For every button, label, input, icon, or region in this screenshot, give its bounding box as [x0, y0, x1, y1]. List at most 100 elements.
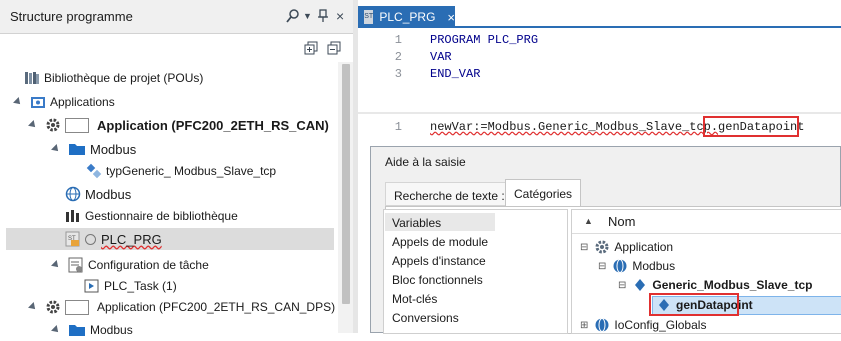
- task-config-icon: [68, 257, 84, 273]
- gear-icon: [45, 117, 61, 133]
- st-badge-icon: ST: [364, 10, 374, 24]
- sort-up-icon[interactable]: ▲: [584, 216, 593, 226]
- tree-item-label: Modbus: [85, 186, 132, 202]
- folder-icon: [68, 141, 86, 157]
- result-label: Generic_Modbus_Slave_tcp: [652, 278, 813, 292]
- task-icon: [84, 278, 100, 294]
- tree-item-label: Configuration de tâche: [88, 258, 209, 272]
- tab-text-search[interactable]: Recherche de texte :: [385, 182, 514, 206]
- tree-item-label: Modbus: [90, 323, 133, 337]
- tree-item-application-pfc200[interactable]: Application (PFC200_2ETH_RS_CAN): [28, 114, 329, 136]
- tree-item-label: PLC_PRG: [101, 231, 162, 247]
- expand-arrow-icon[interactable]: [51, 325, 61, 335]
- globe-icon: [612, 258, 628, 274]
- type-icon: [86, 163, 102, 179]
- tree-item-task-config[interactable]: Configuration de tâche: [51, 254, 209, 276]
- line-number: 2: [394, 50, 402, 64]
- collapse-icon[interactable]: ⊟: [580, 242, 588, 253]
- chevron-down-icon[interactable]: ▼: [303, 11, 312, 21]
- expand-all-icon[interactable]: [304, 41, 318, 58]
- device-box: [65, 299, 89, 315]
- category-item[interactable]: Variables: [392, 216, 441, 230]
- globe-icon: [65, 186, 81, 202]
- expand-arrow-icon[interactable]: [51, 260, 61, 270]
- panel-title: Structure programme: [10, 9, 133, 24]
- code-line: PROGRAM PLC_PRG: [430, 33, 539, 47]
- tree-item-type-generic[interactable]: typGeneric_ Modbus_Slave_tcp: [86, 160, 276, 182]
- expand-arrow-icon[interactable]: [28, 302, 38, 312]
- result-label: Modbus: [632, 259, 676, 273]
- dialog-title: Aide à la saisie: [385, 155, 466, 169]
- library-manager-icon: [65, 208, 81, 224]
- declaration-pane[interactable]: 1 PROGRAM PLC_PRG 2 VAR 3 END_VAR: [358, 28, 841, 112]
- expand-arrow-icon[interactable]: [51, 144, 61, 154]
- category-item[interactable]: Appels de module: [392, 235, 488, 249]
- tree-item-modbus-globe[interactable]: Modbus: [65, 183, 131, 205]
- close-tab-icon[interactable]: ×: [447, 10, 455, 25]
- tree-scrollbar-thumb[interactable]: [342, 64, 350, 304]
- line-number: 1: [394, 120, 402, 134]
- input-assistant-dialog: Aide à la saisie Recherche de texte : Ca…: [370, 146, 841, 334]
- tree-item-project-library[interactable]: Bibliothèque de projet (POUs): [24, 67, 203, 89]
- code-line: VAR: [430, 50, 452, 64]
- device-box: [65, 117, 89, 133]
- st-program-icon: ST: [65, 231, 81, 247]
- line-number: 1: [394, 33, 402, 47]
- category-item[interactable]: Mot-clés: [392, 292, 437, 306]
- tree-toolbar: [0, 34, 353, 62]
- code-line: END_VAR: [430, 67, 481, 81]
- result-label: IoConfig_Globals: [614, 318, 707, 332]
- tree-item-applications[interactable]: Applications: [13, 91, 115, 113]
- expand-icon[interactable]: ⊞: [580, 320, 588, 331]
- category-item[interactable]: Conversions: [392, 311, 459, 325]
- panel-splitter[interactable]: [353, 0, 358, 333]
- result-label: Application: [614, 240, 674, 254]
- folder-icon: [68, 322, 86, 338]
- tree-item-plc-task[interactable]: PLC_Task (1): [84, 275, 177, 297]
- collapse-all-icon[interactable]: [327, 41, 341, 58]
- variable-icon: [632, 277, 648, 293]
- tree-item-plc-prg[interactable]: ST PLC_PRG: [6, 228, 334, 250]
- applications-icon: [30, 94, 46, 110]
- tree-item-label: Modbus: [90, 141, 137, 157]
- library-icon: [24, 70, 40, 86]
- radio-icon[interactable]: [85, 233, 96, 245]
- tree-item-label: Application (PFC200_2ETH_RS_CAN): [97, 117, 329, 133]
- panel-header: Structure programme ▼ ×: [0, 0, 353, 34]
- search-icon[interactable]: [286, 9, 300, 26]
- code-prefix: newVar:=Modbus.Generic_Modbus_Slave_tcp.: [430, 120, 719, 134]
- tab-categories[interactable]: Catégories: [505, 179, 582, 206]
- results-header: ▲ Nom: [572, 210, 841, 234]
- tab-label: PLC_PRG: [379, 10, 436, 24]
- tree-item-modbus-folder-2[interactable]: Modbus: [51, 319, 133, 341]
- collapse-icon[interactable]: ⊟: [618, 280, 626, 291]
- pane-splitter[interactable]: [358, 112, 841, 114]
- tree-item-label: Bibliothèque de projet (POUs): [44, 71, 204, 85]
- tree-item-modbus-folder[interactable]: Modbus: [51, 138, 137, 160]
- results-tree: ▲ Nom ⊟ Application ⊟ Modbus ⊟ Generic_M…: [571, 209, 841, 334]
- tree-item-label: Application (PFC200_2ETH_RS_CAN_DPS): [97, 300, 336, 314]
- category-item[interactable]: Bloc fonctionnels: [392, 273, 483, 287]
- tree-item-label: Applications: [50, 95, 115, 109]
- collapse-icon[interactable]: ⊟: [598, 261, 606, 272]
- column-header-name[interactable]: Nom: [608, 214, 635, 229]
- gear-icon: [594, 239, 610, 255]
- pin-icon[interactable]: [318, 9, 328, 26]
- category-list: Variables Appels de module Appels d'inst…: [383, 209, 568, 334]
- highlight-box: [649, 293, 739, 316]
- globe-icon: [594, 317, 610, 333]
- tree-item-label: typGeneric_ Modbus_Slave_tcp: [106, 164, 277, 178]
- tree-item-label: PLC_Task (1): [104, 279, 177, 293]
- tree-item-label: Gestionnaire de bibliothèque: [85, 209, 238, 223]
- close-icon[interactable]: ×: [336, 8, 344, 24]
- expand-arrow-icon[interactable]: [28, 120, 38, 130]
- tree-item-application-dps[interactable]: Application (PFC200_2ETH_RS_CAN_DPS): [28, 296, 336, 318]
- program-structure-panel: Structure programme ▼ × Bibliothèque de …: [0, 0, 353, 337]
- expand-arrow-icon[interactable]: [13, 97, 23, 107]
- highlight-box: [703, 116, 799, 137]
- tree-item-library-manager[interactable]: Gestionnaire de bibliothèque: [65, 205, 238, 227]
- category-item[interactable]: Appels d'instance: [392, 254, 486, 268]
- gear-icon: [45, 299, 61, 315]
- line-number: 3: [394, 67, 402, 81]
- tab-plc-prg[interactable]: ST PLC_PRG ×: [358, 6, 455, 28]
